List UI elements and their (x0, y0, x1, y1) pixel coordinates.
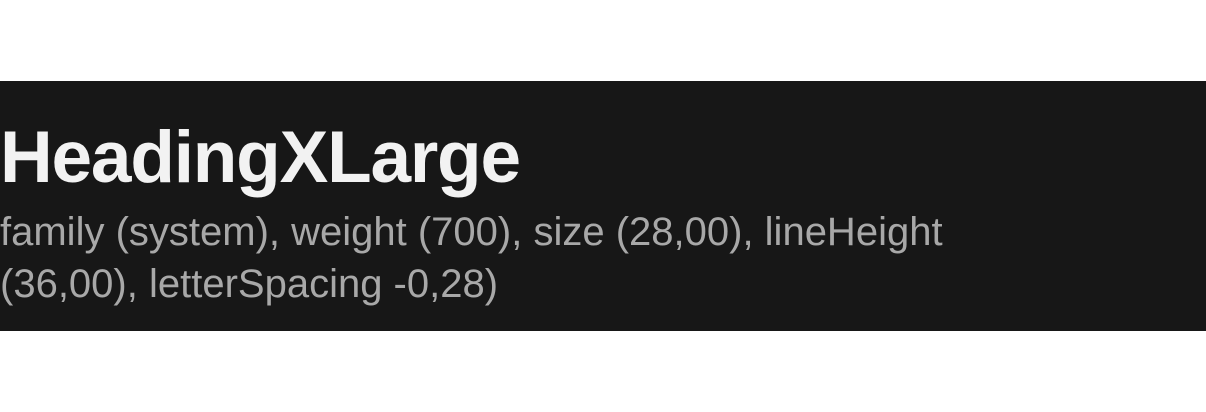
typography-sample-name: HeadingXLarge (0, 117, 521, 198)
typography-sample-description: family (system), weight (700), size (28,… (0, 210, 943, 306)
page-canvas: HeadingXLarge family (system), weight (7… (0, 0, 1206, 412)
